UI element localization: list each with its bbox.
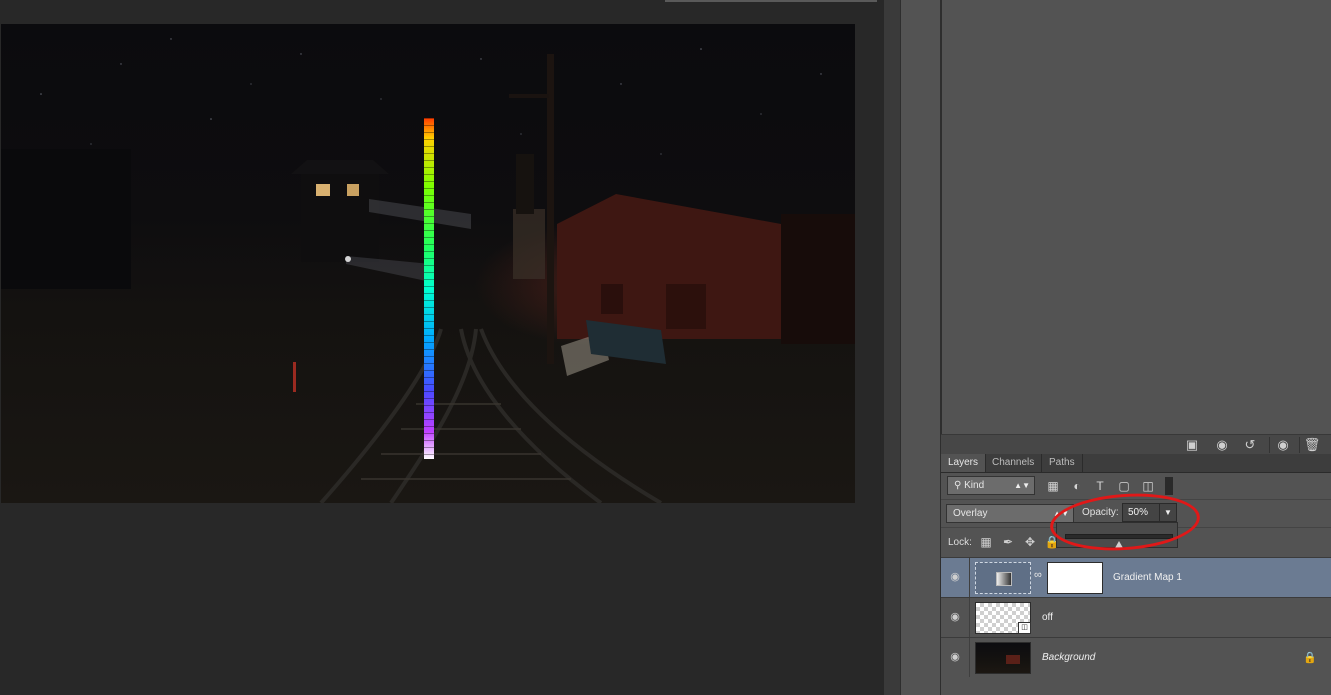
pixel-filter-icon[interactable]: ▦	[1045, 478, 1061, 494]
lock-icon: 🔒	[1303, 652, 1317, 664]
history-panel-body	[941, 0, 1331, 434]
footer-separator	[1299, 437, 1300, 453]
layer-name[interactable]: Gradient Map 1	[1113, 572, 1182, 583]
smart-object-badge-icon: ◫	[1018, 622, 1031, 634]
filter-kind-dropdown[interactable]: ⚲ Kind ▲▼	[947, 476, 1035, 495]
canvas-workspace[interactable]	[0, 0, 884, 695]
layer-row-off[interactable]: ◉ ◫ off	[941, 597, 1331, 637]
tab-layers[interactable]: Layers	[941, 454, 987, 472]
opacity-value[interactable]: 50%	[1128, 507, 1148, 518]
layers-panel: Layers Channels Paths ⚲ Kind ▲▼ ▦ ◐ T ▢ …	[941, 454, 1331, 695]
updown-arrows-icon: ▲▼	[1053, 509, 1069, 518]
collapsed-panel-dock[interactable]	[900, 0, 941, 695]
filter-toggle-icon[interactable]	[1165, 477, 1173, 495]
layer-filter-row: ⚲ Kind ▲▼ ▦ ◐ T ▢ ◫	[941, 473, 1331, 500]
filter-kind-label: Kind	[964, 480, 985, 491]
background-thumbnail[interactable]	[975, 642, 1031, 674]
footer-separator	[1269, 437, 1270, 453]
thumbnail-detail	[1006, 655, 1020, 664]
tab-paths[interactable]: Paths	[1042, 454, 1083, 472]
revert-icon[interactable]: ↺	[1241, 437, 1259, 453]
tab-strip-edge	[665, 0, 877, 2]
shape-filter-icon[interactable]: ▢	[1116, 478, 1132, 494]
blend-mode-label: Overlay	[953, 508, 988, 519]
history-panel-footer: ▣ ◉ ↺ ◉ 🗑	[941, 434, 1331, 455]
opacity-slider-thumb[interactable]	[1115, 541, 1123, 548]
opacity-field[interactable]: 50% ▼	[1122, 503, 1177, 522]
layer-name[interactable]: off	[1042, 612, 1053, 623]
layer-row-gradient-map[interactable]: ◉ ∞ Gradient Map 1	[941, 557, 1331, 597]
eye-icon[interactable]: ◉	[947, 650, 963, 664]
spectrum-gradient-strip	[424, 118, 434, 459]
adjustment-filter-icon[interactable]: ◐	[1069, 478, 1085, 494]
transparent-layer-thumbnail[interactable]: ◫	[975, 602, 1031, 634]
smart-object-filter-icon[interactable]: ◫	[1140, 478, 1156, 494]
trash-icon[interactable]: 🗑	[1303, 437, 1321, 453]
document-canvas[interactable]	[1, 24, 855, 503]
gradient-adjustment-icon	[996, 572, 1012, 586]
lock-label: Lock:	[948, 537, 972, 548]
blend-mode-dropdown[interactable]: Overlay ▲▼	[946, 504, 1074, 523]
eye-icon[interactable]: ◉	[947, 610, 963, 624]
opacity-dropdown-caret-icon[interactable]: ▼	[1159, 504, 1176, 521]
gradient-map-thumbnail[interactable]	[975, 562, 1031, 594]
new-document-icon[interactable]: ▣	[1183, 437, 1201, 453]
visibility-icon[interactable]: ◉	[1274, 437, 1292, 453]
layer-mask-thumbnail[interactable]	[1047, 562, 1103, 594]
lock-move-icon[interactable]: ✥	[1022, 534, 1038, 550]
panel-tab-bar: Layers Channels Paths	[941, 454, 1331, 473]
updown-arrows-icon: ▲▼	[1014, 481, 1030, 490]
type-filter-icon[interactable]: T	[1092, 478, 1108, 494]
eye-column-divider	[969, 558, 970, 597]
opacity-slider-track[interactable]	[1065, 534, 1173, 548]
lock-brush-icon[interactable]: ✒	[1000, 534, 1016, 550]
layer-name[interactable]: Background	[1042, 652, 1095, 663]
tab-channels[interactable]: Channels	[985, 454, 1043, 472]
search-icon: ⚲	[954, 480, 962, 491]
eye-column-divider	[969, 638, 970, 677]
eye-icon[interactable]: ◉	[947, 570, 963, 584]
panel-gutter	[884, 0, 900, 695]
lock-transparent-icon[interactable]: ▦	[978, 534, 994, 550]
layer-row-background[interactable]: ◉ Background 🔒	[941, 637, 1331, 677]
eye-column-divider	[969, 598, 970, 637]
chain-link-icon[interactable]: ∞	[1034, 569, 1044, 585]
opacity-slider-popup[interactable]	[1056, 522, 1178, 548]
opacity-label: Opacity:	[1082, 507, 1119, 518]
snapshot-icon[interactable]: ◉	[1213, 437, 1231, 453]
